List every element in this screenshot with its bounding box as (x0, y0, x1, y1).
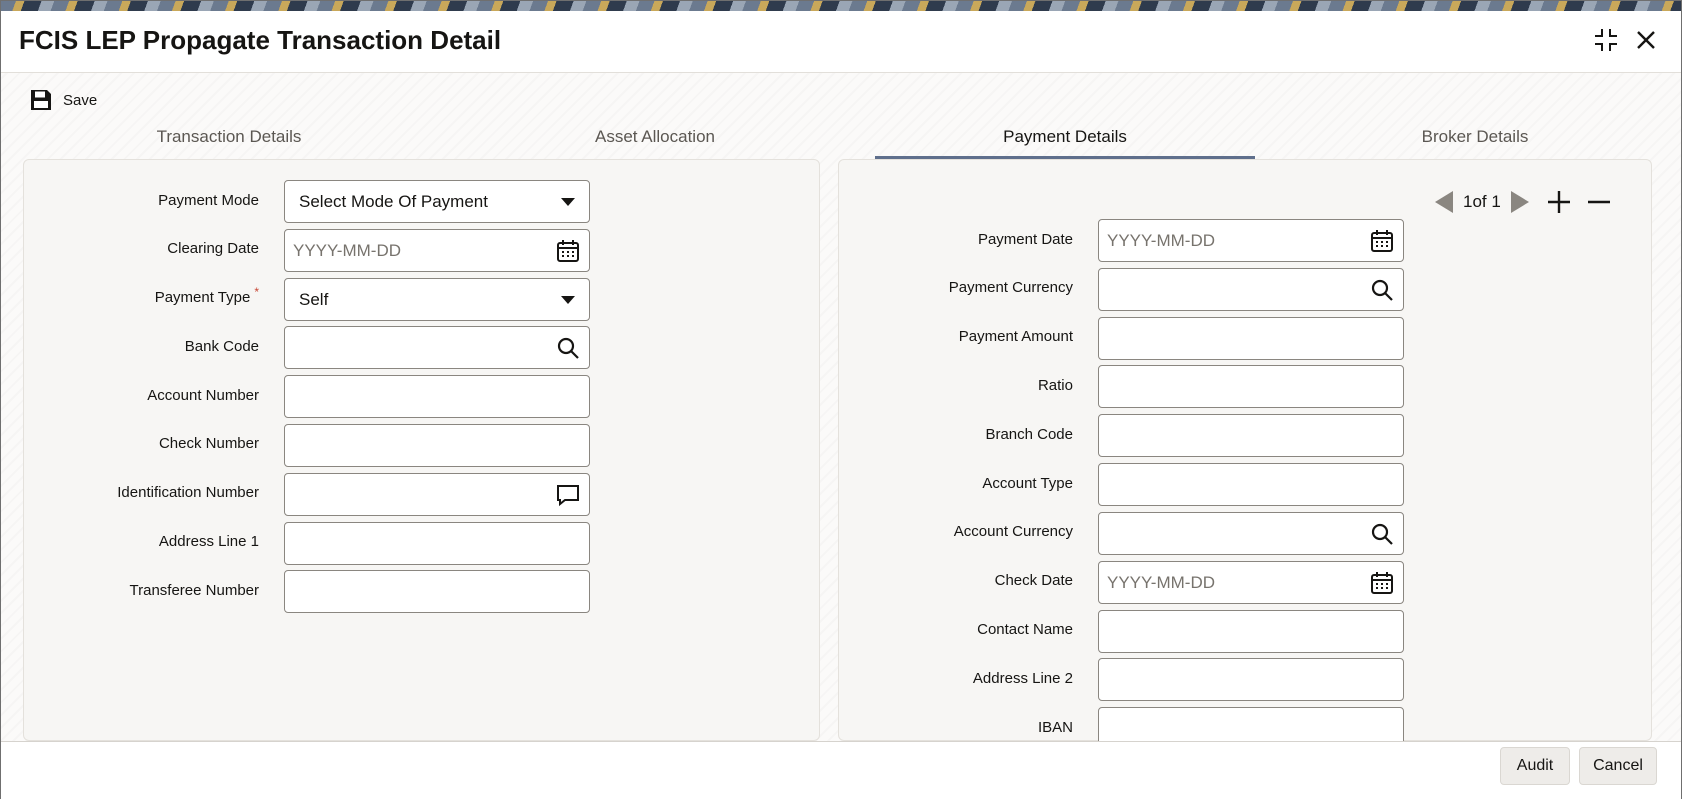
check-number-label: Check Number (158, 435, 259, 452)
search-icon[interactable] (555, 335, 581, 361)
required-mark: * (254, 285, 259, 299)
transferee-number-label: Transferee Number (129, 582, 260, 599)
payment-type-label-text: Payment Type (154, 289, 251, 306)
payment-type-select[interactable]: Self (284, 278, 590, 321)
plus-icon (1547, 191, 1570, 213)
payment-type-label: Payment Type * (61, 285, 259, 308)
previous-record-button[interactable] (1435, 191, 1455, 213)
cancel-button[interactable]: Cancel (1579, 747, 1657, 785)
chevron-down-icon (555, 189, 581, 215)
payment-currency-field[interactable] (1098, 268, 1404, 311)
triangle-left-icon (1435, 191, 1453, 213)
triangle-right-icon (1510, 191, 1529, 213)
footer-bar: Audit Cancel (1, 741, 1681, 799)
address-line-2-field[interactable] (1098, 658, 1404, 701)
account-type-field[interactable] (1098, 463, 1404, 506)
tab-transaction-details[interactable]: Transaction Details (99, 117, 359, 157)
transferee-number-field[interactable] (284, 570, 590, 613)
address-line-2-label: Address Line 2 (972, 670, 1073, 687)
account-currency-field[interactable] (1098, 512, 1404, 555)
minus-icon (1587, 200, 1610, 204)
save-button[interactable]: Save (29, 86, 97, 114)
account-currency-label: Account Currency (953, 523, 1073, 540)
clearing-date-label: Clearing Date (167, 240, 259, 257)
payment-date-label: Payment Date (977, 231, 1073, 248)
payment-date-placeholder: YYYY-MM-DD (1107, 230, 1215, 250)
address-line-1-field[interactable] (284, 522, 590, 565)
identification-number-label: Identification Number (117, 484, 259, 501)
comment-icon[interactable] (555, 482, 581, 508)
account-number-field[interactable] (284, 375, 590, 418)
payment-currency-label: Payment Currency (948, 279, 1073, 296)
calendar-icon[interactable] (1369, 570, 1395, 596)
branch-code-field[interactable] (1098, 414, 1404, 457)
tab-bar: Transaction Details Asset Allocation Pay… (1, 117, 1681, 159)
search-icon[interactable] (1369, 277, 1395, 303)
payment-amount-label: Payment Amount (958, 328, 1073, 345)
bank-code-label: Bank Code (184, 338, 259, 355)
branch-code-label: Branch Code (985, 426, 1073, 443)
search-icon[interactable] (1369, 521, 1395, 547)
maximize-icon (1595, 29, 1617, 51)
decorative-banner (1, 1, 1681, 11)
check-date-placeholder: YYYY-MM-DD (1107, 572, 1215, 592)
calendar-icon[interactable] (555, 238, 581, 264)
title-bar: FCIS LEP Propagate Transaction Detail (1, 11, 1681, 73)
account-type-label: Account Type (982, 475, 1073, 492)
close-icon (1637, 31, 1655, 49)
bank-code-field[interactable] (284, 326, 590, 369)
record-count: 1of 1 (1463, 192, 1501, 211)
payment-amount-field[interactable] (1098, 317, 1404, 360)
tab-asset-allocation[interactable]: Asset Allocation (525, 117, 785, 157)
record-pager: 1of 1 (1435, 187, 1611, 217)
window-title: FCIS LEP Propagate Transaction Detail (19, 25, 502, 55)
chevron-down-icon (555, 287, 581, 313)
address-line-1-label: Address Line 1 (158, 533, 259, 550)
tab-broker-details[interactable]: Broker Details (1345, 117, 1605, 157)
ratio-label: Ratio (1037, 377, 1073, 394)
save-label: Save (63, 91, 98, 109)
payment-type-value: Self (299, 289, 329, 309)
clearing-date-field[interactable]: YYYY-MM-DD (284, 229, 590, 272)
clearing-date-placeholder: YYYY-MM-DD (293, 240, 401, 260)
contact-name-field[interactable] (1098, 610, 1404, 653)
payment-mode-label: Payment Mode (158, 192, 259, 209)
remove-record-button[interactable] (1587, 190, 1611, 214)
check-date-field[interactable]: YYYY-MM-DD (1098, 561, 1404, 604)
maximize-button[interactable] (1591, 25, 1621, 55)
close-button[interactable] (1631, 25, 1661, 55)
identification-number-field[interactable] (284, 473, 590, 516)
check-number-field[interactable] (284, 424, 590, 467)
save-icon (31, 90, 51, 110)
account-number-label: Account Number (147, 387, 259, 404)
next-record-button[interactable] (1509, 191, 1529, 213)
window-frame: FCIS LEP Propagate Transaction Detail Sa… (0, 0, 1682, 799)
add-record-button[interactable] (1547, 190, 1571, 214)
calendar-icon[interactable] (1369, 228, 1395, 254)
check-date-label: Check Date (994, 572, 1073, 589)
audit-button[interactable]: Audit (1500, 747, 1570, 785)
iban-label: IBAN (1037, 719, 1073, 736)
payment-mode-select[interactable]: Select Mode Of Payment (284, 180, 590, 223)
tab-payment-details[interactable]: Payment Details (875, 117, 1255, 159)
ratio-field[interactable] (1098, 365, 1404, 408)
contact-name-label: Contact Name (977, 621, 1073, 638)
payment-date-field[interactable]: YYYY-MM-DD (1098, 219, 1404, 262)
payment-mode-value: Select Mode Of Payment (299, 191, 488, 211)
